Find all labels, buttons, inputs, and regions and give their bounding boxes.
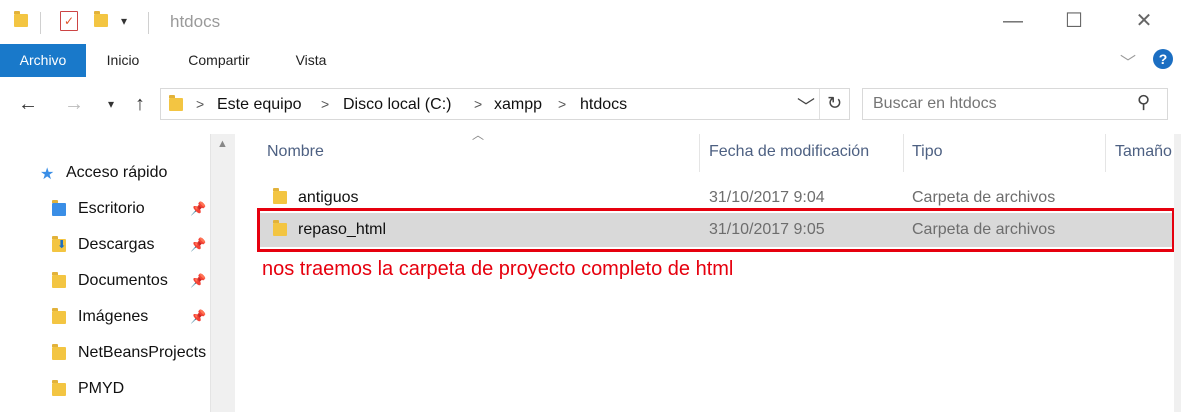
ribbon-tabs: Archivo Inicio Compartir Vista ﹀ xyxy=(0,44,1181,78)
pin-icon[interactable]: 📌 xyxy=(190,273,206,289)
tab-compartir[interactable]: Compartir xyxy=(170,44,268,77)
toolbar-separator xyxy=(40,12,41,34)
column-header-size[interactable]: Tamaño xyxy=(1115,143,1174,161)
pin-icon[interactable]: 📌 xyxy=(190,237,206,253)
toolbar-separator xyxy=(148,12,149,34)
recent-locations-chevron-icon[interactable]: ▾ xyxy=(97,90,125,118)
nav-item-label: Escritorio xyxy=(78,200,145,217)
nav-item-label: PMYD xyxy=(78,380,125,397)
breadcrumb-chevron-icon[interactable]: > xyxy=(196,96,204,112)
maximize-button[interactable]: ☐ xyxy=(1051,6,1097,36)
minimize-button[interactable]: — xyxy=(990,6,1036,36)
column-header-name[interactable]: Nombre xyxy=(267,143,324,161)
tab-archivo[interactable]: Archivo xyxy=(0,44,86,77)
search-input[interactable] xyxy=(873,94,1123,114)
breadcrumb-este-equipo[interactable]: Este equipo xyxy=(217,96,302,114)
star-icon: ★ xyxy=(40,166,55,183)
help-button[interactable]: ? xyxy=(1153,49,1173,69)
breadcrumb-xampp[interactable]: xampp xyxy=(494,96,542,114)
tab-inicio[interactable]: Inicio xyxy=(92,44,154,77)
pictures-folder-icon xyxy=(52,308,66,324)
nav-pane-scrollbar[interactable]: ▲ xyxy=(210,134,235,412)
window-title: htdocs xyxy=(170,12,221,31)
column-divider[interactable] xyxy=(699,134,700,172)
documents-folder-icon xyxy=(52,272,66,288)
quick-access-label[interactable]: Acceso rápido xyxy=(66,158,167,188)
customize-toolbar-chevron-icon[interactable]: ▾ xyxy=(121,14,127,28)
pin-icon[interactable]: 📌 xyxy=(190,201,206,217)
title-bar: ✓ ▾ htdocs — ☐ ✕ xyxy=(0,0,1181,44)
desktop-folder-icon xyxy=(52,200,66,216)
address-history-chevron-icon[interactable]: ﹀ xyxy=(797,93,815,119)
search-box[interactable]: ⚲ xyxy=(862,88,1168,120)
nav-item-label: Imágenes xyxy=(78,308,149,325)
breadcrumb-chevron-icon[interactable]: > xyxy=(321,96,329,112)
breadcrumb-disco-local[interactable]: Disco local (C:) xyxy=(343,96,451,114)
close-button[interactable]: ✕ xyxy=(1121,6,1167,36)
breadcrumb-htdocs[interactable]: htdocs xyxy=(580,96,627,114)
up-arrow-icon[interactable]: ↑ xyxy=(126,90,154,118)
folder-icon xyxy=(273,188,287,204)
nav-item-label: Descargas xyxy=(78,236,155,253)
breadcrumb-chevron-icon[interactable]: > xyxy=(474,96,482,112)
annotation-highlight-box xyxy=(257,208,1175,252)
download-arrow-icon: ⬇ xyxy=(57,239,67,251)
forward-arrow-icon[interactable]: → xyxy=(60,90,88,118)
folder-icon xyxy=(52,344,66,360)
column-header-type[interactable]: Tipo xyxy=(912,143,943,161)
nav-item-label: Documentos xyxy=(78,272,168,289)
breadcrumb-chevron-icon[interactable]: > xyxy=(558,96,566,112)
new-folder-icon[interactable] xyxy=(94,11,108,27)
refresh-icon[interactable]: ↻ xyxy=(827,93,842,114)
annotation-text: nos traemos la carpeta de proyecto compl… xyxy=(262,258,734,280)
sort-ascending-chevron-icon: ︿ xyxy=(472,128,485,142)
scroll-up-arrow-icon[interactable]: ▲ xyxy=(217,138,228,150)
nav-item-netbeansprojects[interactable]: NetBeansProjects xyxy=(52,338,210,368)
column-divider[interactable] xyxy=(903,134,904,172)
search-icon[interactable]: ⚲ xyxy=(1137,92,1150,113)
column-divider[interactable] xyxy=(1105,134,1106,172)
pin-icon[interactable]: 📌 xyxy=(190,309,206,325)
divider xyxy=(819,89,820,119)
file-date: 31/10/2017 9:04 xyxy=(709,189,825,206)
address-bar[interactable]: > Este equipo > Disco local (C:) > xampp… xyxy=(160,88,850,120)
folder-icon xyxy=(52,380,66,396)
back-arrow-icon[interactable]: ← xyxy=(14,90,42,118)
properties-icon[interactable]: ✓ xyxy=(60,11,78,31)
content-scrollbar[interactable] xyxy=(1174,134,1181,412)
file-type: Carpeta de archivos xyxy=(912,189,1056,206)
tab-vista[interactable]: Vista xyxy=(282,44,340,77)
folder-icon xyxy=(169,95,183,111)
nav-item-label: NetBeansProjects xyxy=(78,344,207,361)
file-name: antiguos xyxy=(298,189,359,206)
expand-ribbon-chevron-icon[interactable]: ﹀ xyxy=(1120,49,1136,73)
column-header-date[interactable]: Fecha de modificación xyxy=(709,143,869,161)
folder-icon xyxy=(14,11,28,27)
